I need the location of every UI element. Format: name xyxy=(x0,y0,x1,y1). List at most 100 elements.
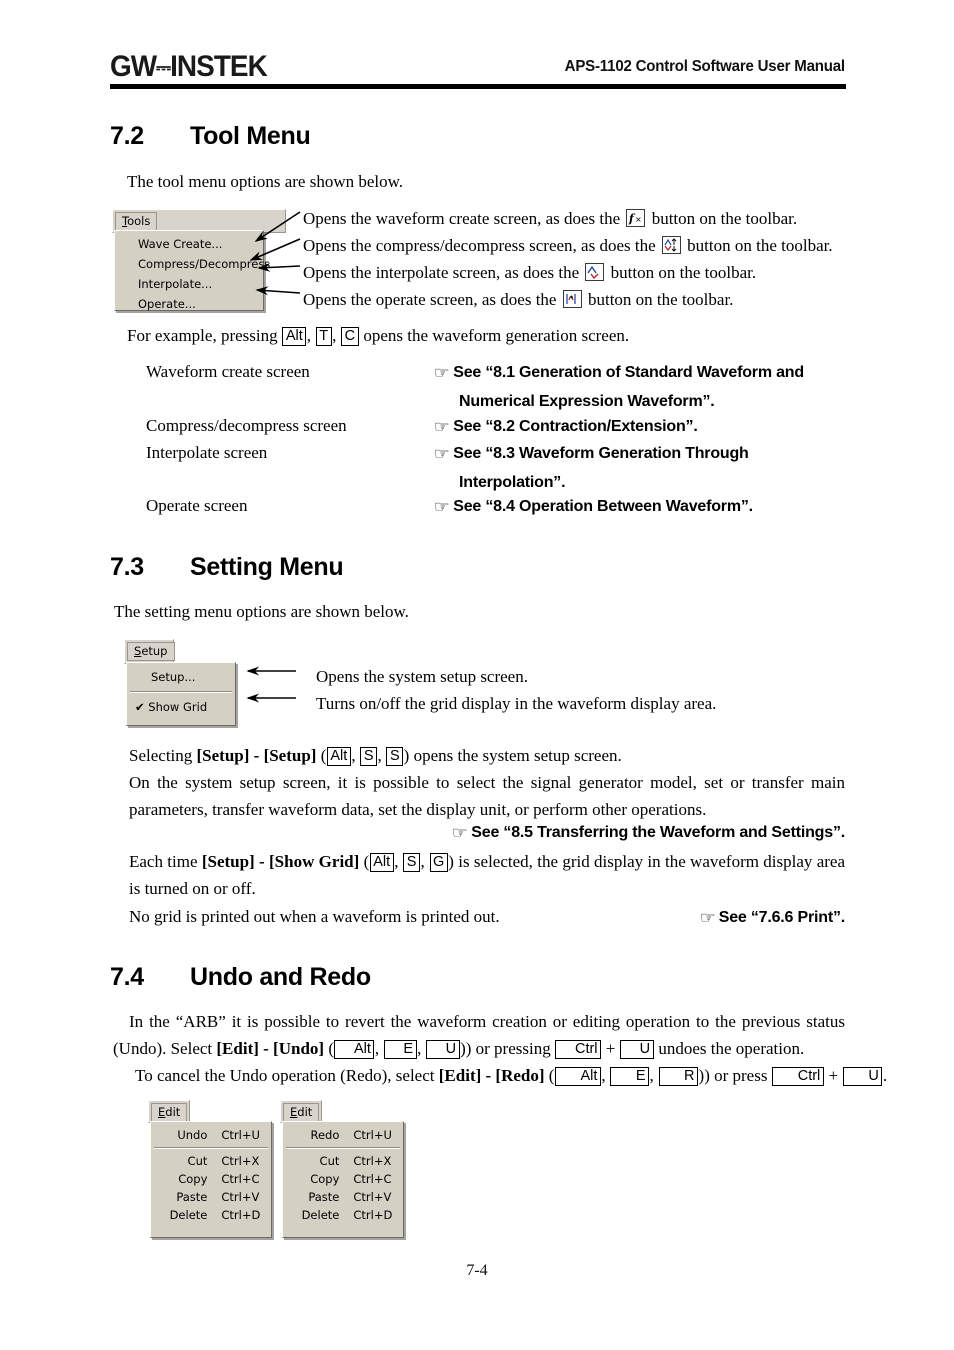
menubar-accel-e: E xyxy=(158,1105,166,1119)
menu-item-cut[interactable]: Cut Ctrl+X xyxy=(283,1152,403,1170)
menu-item-compress-decompress[interactable]: Compress/Decompress xyxy=(115,254,270,274)
pointing-hand-icon: ☞ xyxy=(433,417,450,437)
menubar-accel-e: E xyxy=(290,1105,298,1119)
setup-menubar[interactable]: Setup xyxy=(124,639,175,664)
callout-text-after: button on the toolbar. xyxy=(647,209,798,228)
menu-item-cut-shortcut: Ctrl+X xyxy=(353,1154,392,1168)
callout-wave-create: Opens the waveform create screen, as doe… xyxy=(303,205,863,232)
menu-item-copy-label: Copy xyxy=(310,1172,340,1186)
key-s2: S xyxy=(386,747,404,766)
menu-item-wave-create[interactable]: Wave Create... xyxy=(115,234,263,254)
menu-item-show-grid-label: Show Grid xyxy=(148,700,208,714)
pointing-hand-icon: ☞ xyxy=(451,823,468,843)
callout-interpolate: Opens the interpolate screen, as does th… xyxy=(303,259,863,286)
menu-item-copy-shortcut: Ctrl+C xyxy=(353,1172,392,1186)
key-ctrl: Ctrl xyxy=(555,1040,602,1059)
menu-item-copy[interactable]: Copy Ctrl+C xyxy=(151,1170,271,1188)
para3-prefix: Each time xyxy=(129,852,202,871)
menu-item-undo-label: Undo xyxy=(177,1128,208,1142)
edit-menubar-redo[interactable]: Edit xyxy=(280,1100,322,1123)
reference-see-text: ☞ See “8.3 Waveform Generation Through In… xyxy=(434,439,864,496)
edit-menubar-undo[interactable]: Edit xyxy=(148,1100,190,1123)
menu-item-redo-label: Redo xyxy=(310,1128,340,1142)
tool-menu-example-line: For example, pressing Alt, T, C opens th… xyxy=(127,326,630,346)
para2-prefix: To cancel the Undo operation (Redo), sel… xyxy=(135,1066,439,1085)
key-e: E xyxy=(383,1040,417,1059)
key-alt: Alt xyxy=(554,1067,601,1086)
see-line1: See “8.3 Waveform Generation Through xyxy=(453,445,749,462)
reference-screen-name: Interpolate screen xyxy=(146,443,268,462)
logo-main: INSTEK xyxy=(170,50,268,83)
see-transferring-row: ☞ See “8.5 Transferring the Waveform and … xyxy=(129,823,846,843)
callout-text-after: button on the toolbar. xyxy=(583,290,734,309)
section-title: Setting Menu xyxy=(190,553,344,581)
see-transferring-text: See “8.5 Transferring the Waveform and S… xyxy=(471,824,845,841)
menubar-item-tools[interactable]: Tools xyxy=(115,212,158,231)
section-number: 7.4 xyxy=(110,963,144,991)
setting-menu-intro: The setting menu options are shown below… xyxy=(114,602,409,621)
menu-item-redo[interactable]: Redo Ctrl+U xyxy=(283,1126,403,1144)
menu-item-cut-label: Cut xyxy=(187,1154,208,1168)
see-line1: See “8.4 Operation Between Waveform”. xyxy=(453,498,753,515)
callout-operate: Opens the operate screen, as does the bu… xyxy=(303,286,863,313)
checkmark-icon: ✔ xyxy=(135,700,145,714)
menu-item-cut[interactable]: Cut Ctrl+X xyxy=(151,1152,271,1170)
setting-menu-para3: Each time [Setup] - [Show Grid] (Alt, S,… xyxy=(129,852,846,898)
edit-dropdown-menu-redo[interactable]: Redo Ctrl+U Cut Ctrl+X Copy Ctrl+C Paste Ctr… xyxy=(282,1121,404,1238)
section-heading-undo-redo: 7.4 Undo and Redo xyxy=(110,963,371,992)
menu-item-operate[interactable]: Operate... xyxy=(115,294,263,314)
edit-dropdown-menu-undo[interactable]: Undo Ctrl+U Cut Ctrl+X Copy Ctrl+C Paste Ctr… xyxy=(150,1121,272,1238)
para1-suffix: ) opens the system setup screen. xyxy=(403,746,622,765)
interpolate-button-icon xyxy=(585,263,605,281)
menu-item-interpolate[interactable]: Interpolate... xyxy=(115,274,263,294)
page-footer: 7-4 xyxy=(0,1262,954,1280)
menu-item-copy-label: Copy xyxy=(178,1172,208,1186)
menu-item-copy-shortcut: Ctrl+C xyxy=(221,1172,260,1186)
key-s: S xyxy=(360,747,377,766)
menu-item-show-grid[interactable]: ✔ Show Grid xyxy=(127,696,235,718)
key-u2: U xyxy=(620,1040,654,1059)
para2-menupath: [Edit] - [Redo] xyxy=(438,1066,545,1085)
menu-item-delete[interactable]: Delete Ctrl+D xyxy=(283,1206,403,1224)
menubar-item-edit-undo[interactable]: Edit xyxy=(151,1103,188,1122)
menubar-item-edit-redo[interactable]: Edit xyxy=(283,1103,320,1122)
key-alt: Alt xyxy=(369,853,394,872)
menubar-item-setup[interactable]: Setup xyxy=(127,642,175,661)
key-u: U xyxy=(426,1040,460,1059)
key-s: S xyxy=(403,853,420,872)
menu-item-copy[interactable]: Copy Ctrl+C xyxy=(283,1170,403,1188)
menu-separator xyxy=(286,1147,400,1149)
example-suffix: opens the waveform generation screen. xyxy=(359,326,630,345)
section-title: Undo and Redo xyxy=(190,963,371,991)
menu-item-paste-label: Paste xyxy=(176,1190,208,1204)
para1-suffix: undoes the operation. xyxy=(654,1039,805,1058)
logo-underline-mark: ⎓ xyxy=(156,57,171,79)
key-e: E xyxy=(610,1067,650,1086)
menu-item-delete[interactable]: Delete Ctrl+D xyxy=(151,1206,271,1224)
setup-dropdown-menu[interactable]: Setup... ✔ Show Grid xyxy=(126,662,236,726)
menu-item-setup[interactable]: Setup... xyxy=(127,666,235,688)
menu-separator xyxy=(154,1147,268,1149)
key-ctrl: Ctrl xyxy=(772,1067,824,1086)
setting-menu-para4-row: No grid is printed out when a waveform i… xyxy=(129,903,845,932)
tools-dropdown-menu[interactable]: Wave Create... Compress/Decompress Inter… xyxy=(114,230,270,314)
document-page: GW⎓INSTEK APS-1102 Control Software User… xyxy=(0,0,954,1350)
menubar-accel-t: T xyxy=(122,214,128,228)
menu-item-undo[interactable]: Undo Ctrl+U xyxy=(151,1126,271,1144)
menu-item-paste[interactable]: Paste Ctrl+V xyxy=(151,1188,271,1206)
gw-instek-logo: GW⎓INSTEK xyxy=(110,50,268,84)
key-c: C xyxy=(341,327,359,346)
menu-item-cut-label: Cut xyxy=(319,1154,340,1168)
menu-item-paste[interactable]: Paste Ctrl+V xyxy=(283,1188,403,1206)
callout-text-before: Opens the compress/decompress screen, as… xyxy=(303,236,660,255)
compress-decompress-button-icon xyxy=(661,236,681,254)
see-line1: See “8.1 Generation of Standard Waveform… xyxy=(453,364,804,381)
callout-text-before: Opens the waveform create screen, as doe… xyxy=(303,209,625,228)
callout-text-before: Opens the operate screen, as does the xyxy=(303,290,561,309)
menu-item-delete-label: Delete xyxy=(169,1208,208,1222)
section-heading-tool-menu: 7.2 Tool Menu xyxy=(110,122,311,151)
svg-text:×: × xyxy=(635,215,642,224)
menu-item-undo-shortcut: Ctrl+U xyxy=(221,1128,260,1142)
callout-text-after: button on the toolbar. xyxy=(606,263,757,282)
fx-button-icon: f × xyxy=(626,209,646,227)
